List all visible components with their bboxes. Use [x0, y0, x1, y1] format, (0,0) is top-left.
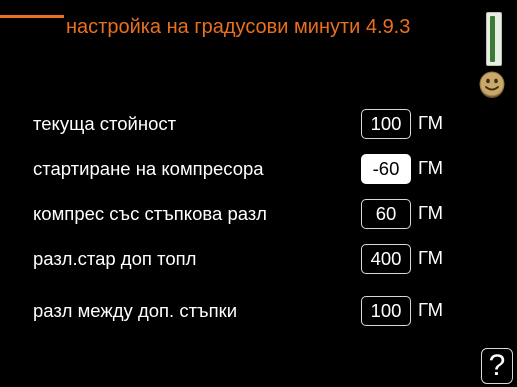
setting-row-compressor-step-diff[interactable]: компрес със стъпкова разл 60 ГМ: [0, 196, 500, 232]
value-field[interactable]: 60: [361, 199, 411, 229]
setting-row-current-value[interactable]: текуща стойност 100 ГМ: [0, 106, 500, 142]
scroll-indicator-icon[interactable]: [486, 12, 502, 66]
setting-row-addition-step-diff[interactable]: разл между доп. стъпки 100 ГМ: [0, 293, 500, 329]
value-field[interactable]: 400: [361, 244, 411, 274]
scroll-thumb[interactable]: [490, 16, 495, 62]
value-field[interactable]: 100: [361, 109, 411, 139]
value-field[interactable]: 100: [361, 296, 411, 326]
unit-label: ГМ: [418, 112, 444, 133]
setting-row-compressor-start[interactable]: стартиране на компресора -60 ГМ: [0, 151, 500, 187]
smiley-icon: [479, 71, 505, 98]
row-label: стартиране на компресора: [33, 158, 264, 179]
unit-label: ГМ: [418, 247, 444, 268]
row-label: текуща стойност: [33, 113, 177, 134]
row-label: компрес със стъпкова разл: [33, 203, 267, 224]
title-accent-line: [0, 15, 64, 18]
setting-row-addition-start-diff[interactable]: разл.стар доп топл 400 ГМ: [0, 241, 500, 277]
help-button[interactable]: ?: [481, 348, 513, 384]
unit-label: ГМ: [418, 299, 444, 320]
unit-label: ГМ: [418, 157, 444, 178]
unit-label: ГМ: [418, 202, 444, 223]
page-title: настройка на градусови минути 4.9.3: [66, 16, 411, 38]
settings-screen: настройка на градусови минути 4.9.3 теку…: [0, 0, 517, 387]
value-field[interactable]: -60: [361, 154, 411, 184]
row-label: разл между доп. стъпки: [33, 300, 238, 321]
help-icon: ?: [488, 349, 506, 382]
row-label: разл.стар доп топл: [33, 248, 197, 269]
